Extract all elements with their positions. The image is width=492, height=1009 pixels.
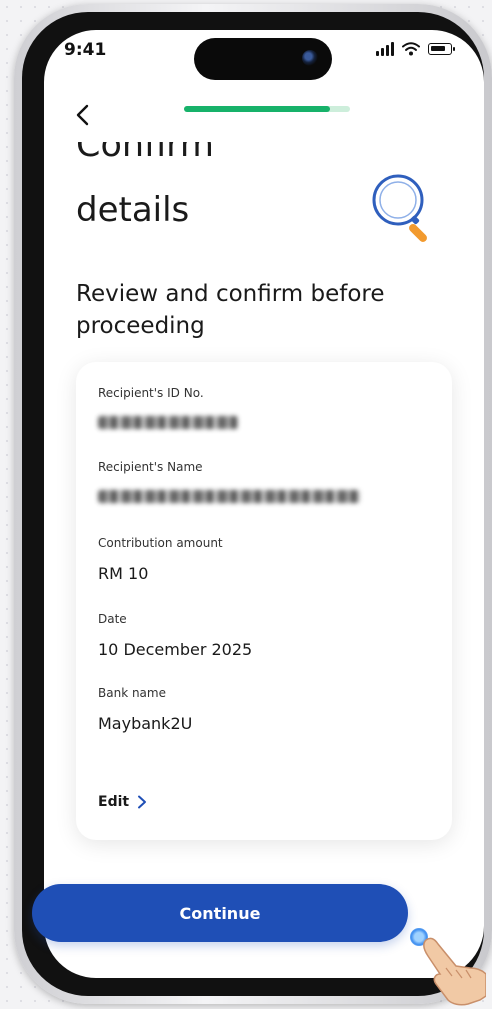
chevron-right-icon [138,795,147,809]
recipient-id-label: Recipient's ID No. [98,386,204,400]
continue-label: Continue [179,903,261,923]
bank-field: Bank name Maybank2U [98,686,192,733]
edit-link[interactable]: Edit [98,794,147,810]
hand-pointer-icon [423,937,486,1006]
bank-value: Maybank2U [98,714,193,733]
recipient-id-value-blurred [98,416,238,429]
contribution-field: Contribution amount RM 10 [98,536,223,583]
wifi-icon [402,42,420,56]
recipient-name-label: Recipient's Name [98,460,203,474]
status-icons [376,42,455,56]
date-field: Date 10 December 2025 [98,612,252,659]
recipient-name-value-blurred [98,490,360,503]
progress-bar [184,106,350,112]
magnifier-icon [372,174,427,242]
date-value: 10 December 2025 [98,640,253,659]
status-time: 9:41 [64,40,107,60]
bank-label: Bank name [98,686,166,700]
continue-button[interactable]: Continue [32,884,408,942]
subtitle: Review and confirm before proceeding [76,281,385,339]
back-arrow-icon[interactable] [68,100,98,130]
contribution-value: RM 10 [98,564,149,583]
progress-fill [184,106,331,112]
dynamic-island [194,38,332,80]
signal-icon [376,42,394,56]
recipient-id-field: Recipient's ID No. [98,386,238,429]
date-label: Date [98,612,127,626]
recipient-name-field: Recipient's Name [98,460,360,503]
page-title-cropped: Confirm [76,142,214,165]
battery-icon [428,43,455,55]
page-title: details [76,190,190,230]
phone-screen: 9:41 Confirm details Review and confirm … [44,30,484,978]
edit-label: Edit [98,794,130,810]
camera-icon [302,50,318,66]
details-card: Recipient's ID No. Recipient's Name Cont… [76,362,452,840]
contribution-label: Contribution amount [98,536,223,550]
